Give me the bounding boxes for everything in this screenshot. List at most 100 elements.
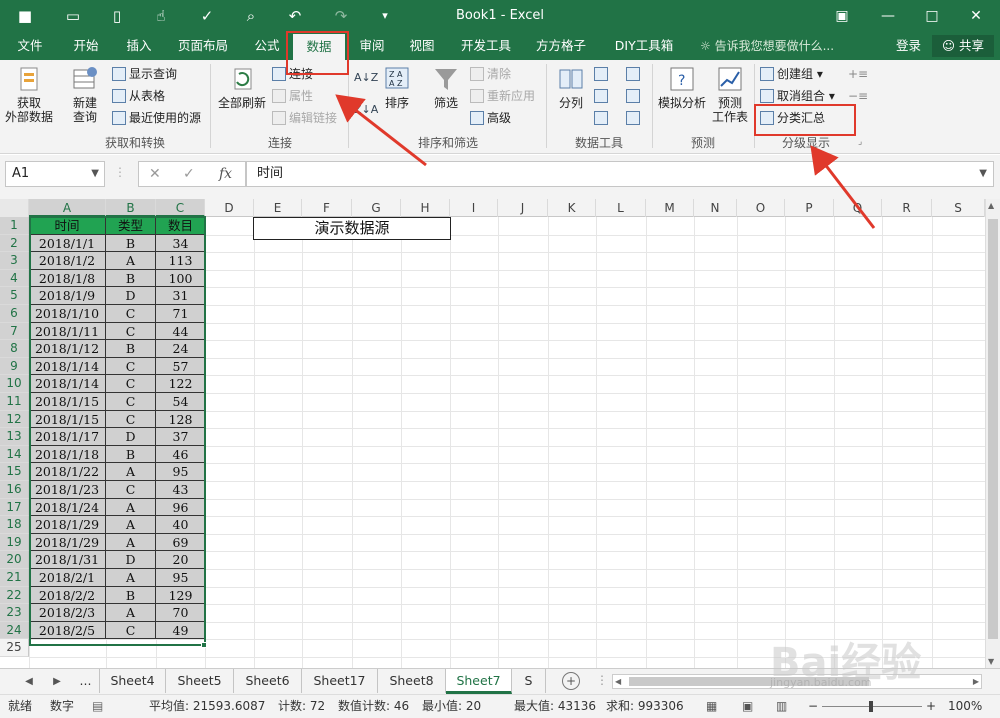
add-sheet-icon[interactable]: + (562, 672, 580, 690)
data-model-button[interactable] (626, 108, 643, 128)
sheet-tab-more[interactable]: ... (72, 669, 100, 693)
table-cell[interactable]: 24 (156, 340, 206, 358)
tab-formulas[interactable]: 公式 (245, 32, 289, 60)
sheet-tab-sheet6[interactable]: Sheet6 (234, 669, 302, 693)
open-icon[interactable]: ▭ (62, 5, 84, 27)
table-cell[interactable]: 2018/1/11 (29, 322, 106, 341)
prev-sheet-icon[interactable]: ◀ (22, 673, 36, 691)
get-external-data-button[interactable]: 获取 外部数据 (4, 64, 54, 124)
save-icon[interactable]: ■ (14, 5, 36, 27)
data-validation-button[interactable] (594, 108, 611, 128)
ungroup-button[interactable]: 取消组合 ▾ (760, 86, 835, 106)
tab-file[interactable]: 文件 (8, 32, 52, 60)
sheet-tab-sheet17[interactable]: Sheet17 (302, 669, 378, 693)
minimize-icon[interactable]: — (876, 4, 900, 28)
forecast-sheet-button[interactable]: 预测 工作表 (710, 64, 750, 124)
table-header-cell[interactable]: 数目 (156, 217, 206, 235)
column-header[interactable]: G (352, 199, 401, 217)
new-icon[interactable]: ▯ (106, 5, 128, 27)
login-link[interactable]: 登录 (896, 32, 921, 60)
table-cell[interactable]: 2018/1/8 (29, 269, 106, 288)
table-cell[interactable]: B (106, 269, 156, 288)
sheet-tab-sheet8[interactable]: Sheet8 (378, 669, 446, 693)
flash-fill-button[interactable] (594, 64, 611, 84)
zoom-in-icon[interactable]: + (926, 695, 936, 717)
table-cell[interactable]: 129 (156, 586, 206, 605)
column-header[interactable]: P (785, 199, 834, 217)
row-header[interactable]: 14 (0, 445, 29, 464)
table-cell[interactable]: 37 (156, 428, 206, 446)
relationships-button[interactable] (626, 86, 643, 106)
column-header[interactable]: A (29, 199, 106, 217)
table-cell[interactable]: 2018/1/15 (29, 410, 106, 429)
table-cell[interactable]: 44 (156, 322, 206, 341)
show-queries-button[interactable]: 显示查询 (112, 64, 177, 84)
column-header[interactable]: D (205, 199, 254, 217)
fill-handle[interactable] (201, 642, 207, 648)
row-header[interactable]: 17 (0, 498, 29, 517)
table-cell[interactable]: D (106, 428, 156, 446)
table-cell[interactable]: A (106, 569, 156, 587)
table-cell[interactable]: 34 (156, 234, 206, 253)
from-table-button[interactable]: 从表格 (112, 86, 165, 106)
column-header[interactable]: F (302, 199, 352, 217)
table-cell[interactable]: 2018/1/22 (29, 463, 106, 481)
table-cell[interactable]: 49 (156, 621, 206, 640)
table-cell[interactable]: 2018/1/10 (29, 305, 106, 323)
table-cell[interactable]: 2018/2/1 (29, 569, 106, 587)
table-cell[interactable]: A (106, 463, 156, 481)
sort-az-button[interactable]: A↓Z (354, 68, 378, 88)
refresh-all-button[interactable]: 全部刷新 (216, 64, 268, 110)
row-header[interactable]: 21 (0, 569, 29, 587)
table-cell[interactable]: 71 (156, 305, 206, 323)
column-header[interactable]: B (106, 199, 156, 217)
table-cell[interactable]: 2018/1/9 (29, 287, 106, 305)
table-cell[interactable]: B (106, 234, 156, 253)
column-header[interactable]: R (882, 199, 932, 217)
filter-button[interactable]: 筛选 (428, 64, 464, 110)
column-header[interactable]: I (450, 199, 498, 217)
table-cell[interactable]: 2018/1/24 (29, 498, 106, 517)
column-header[interactable]: L (596, 199, 646, 217)
expand-formula-icon[interactable]: ▼ (979, 162, 987, 186)
table-cell[interactable]: C (106, 305, 156, 323)
table-cell[interactable]: D (106, 287, 156, 305)
row-header[interactable]: 23 (0, 604, 29, 622)
row-header[interactable]: 9 (0, 357, 29, 376)
row-header[interactable]: 7 (0, 322, 29, 341)
table-cell[interactable]: B (106, 586, 156, 605)
table-cell[interactable]: 2018/1/12 (29, 340, 106, 358)
table-cell[interactable]: B (106, 445, 156, 464)
hide-detail-button[interactable]: −≡ (848, 86, 868, 106)
table-cell[interactable]: 70 (156, 604, 206, 622)
tab-splitter-icon[interactable]: ⋮ (596, 673, 608, 687)
column-header[interactable]: K (548, 199, 596, 217)
table-cell[interactable]: 2018/1/29 (29, 533, 106, 552)
table-cell[interactable]: 122 (156, 375, 206, 393)
share-button[interactable]: ☺ 共享 (932, 35, 994, 57)
column-header[interactable]: S (932, 199, 985, 217)
row-header[interactable]: 18 (0, 516, 29, 534)
vertical-scrollbar[interactable]: ▲ ▼ (985, 199, 1000, 668)
new-query-button[interactable]: 新建 查询 (64, 64, 106, 124)
table-cell[interactable]: C (106, 357, 156, 376)
row-header[interactable]: 1 (0, 217, 29, 235)
spelling-icon[interactable]: ✓ (196, 5, 218, 27)
tab-ffcell[interactable]: 方方格子 (530, 32, 592, 60)
column-header[interactable]: Q (834, 199, 882, 217)
reapply-button[interactable]: 重新应用 (470, 86, 535, 106)
table-cell[interactable]: A (106, 498, 156, 517)
zoom-level[interactable]: 100% (948, 695, 982, 717)
table-cell[interactable]: 2018/1/18 (29, 445, 106, 464)
table-cell[interactable]: 2018/1/29 (29, 516, 106, 534)
table-cell[interactable]: 20 (156, 551, 206, 569)
tab-home[interactable]: 开始 (64, 32, 108, 60)
row-header[interactable]: 20 (0, 551, 29, 569)
column-header[interactable]: N (694, 199, 737, 217)
table-cell[interactable]: 128 (156, 410, 206, 429)
table-cell[interactable]: D (106, 551, 156, 569)
name-box[interactable]: A1 ▼ (5, 161, 105, 187)
edit-links-button[interactable]: 编辑链接 (272, 108, 337, 128)
table-cell[interactable]: 2018/1/17 (29, 428, 106, 446)
customize-qat-icon[interactable]: ▾ (374, 5, 396, 27)
